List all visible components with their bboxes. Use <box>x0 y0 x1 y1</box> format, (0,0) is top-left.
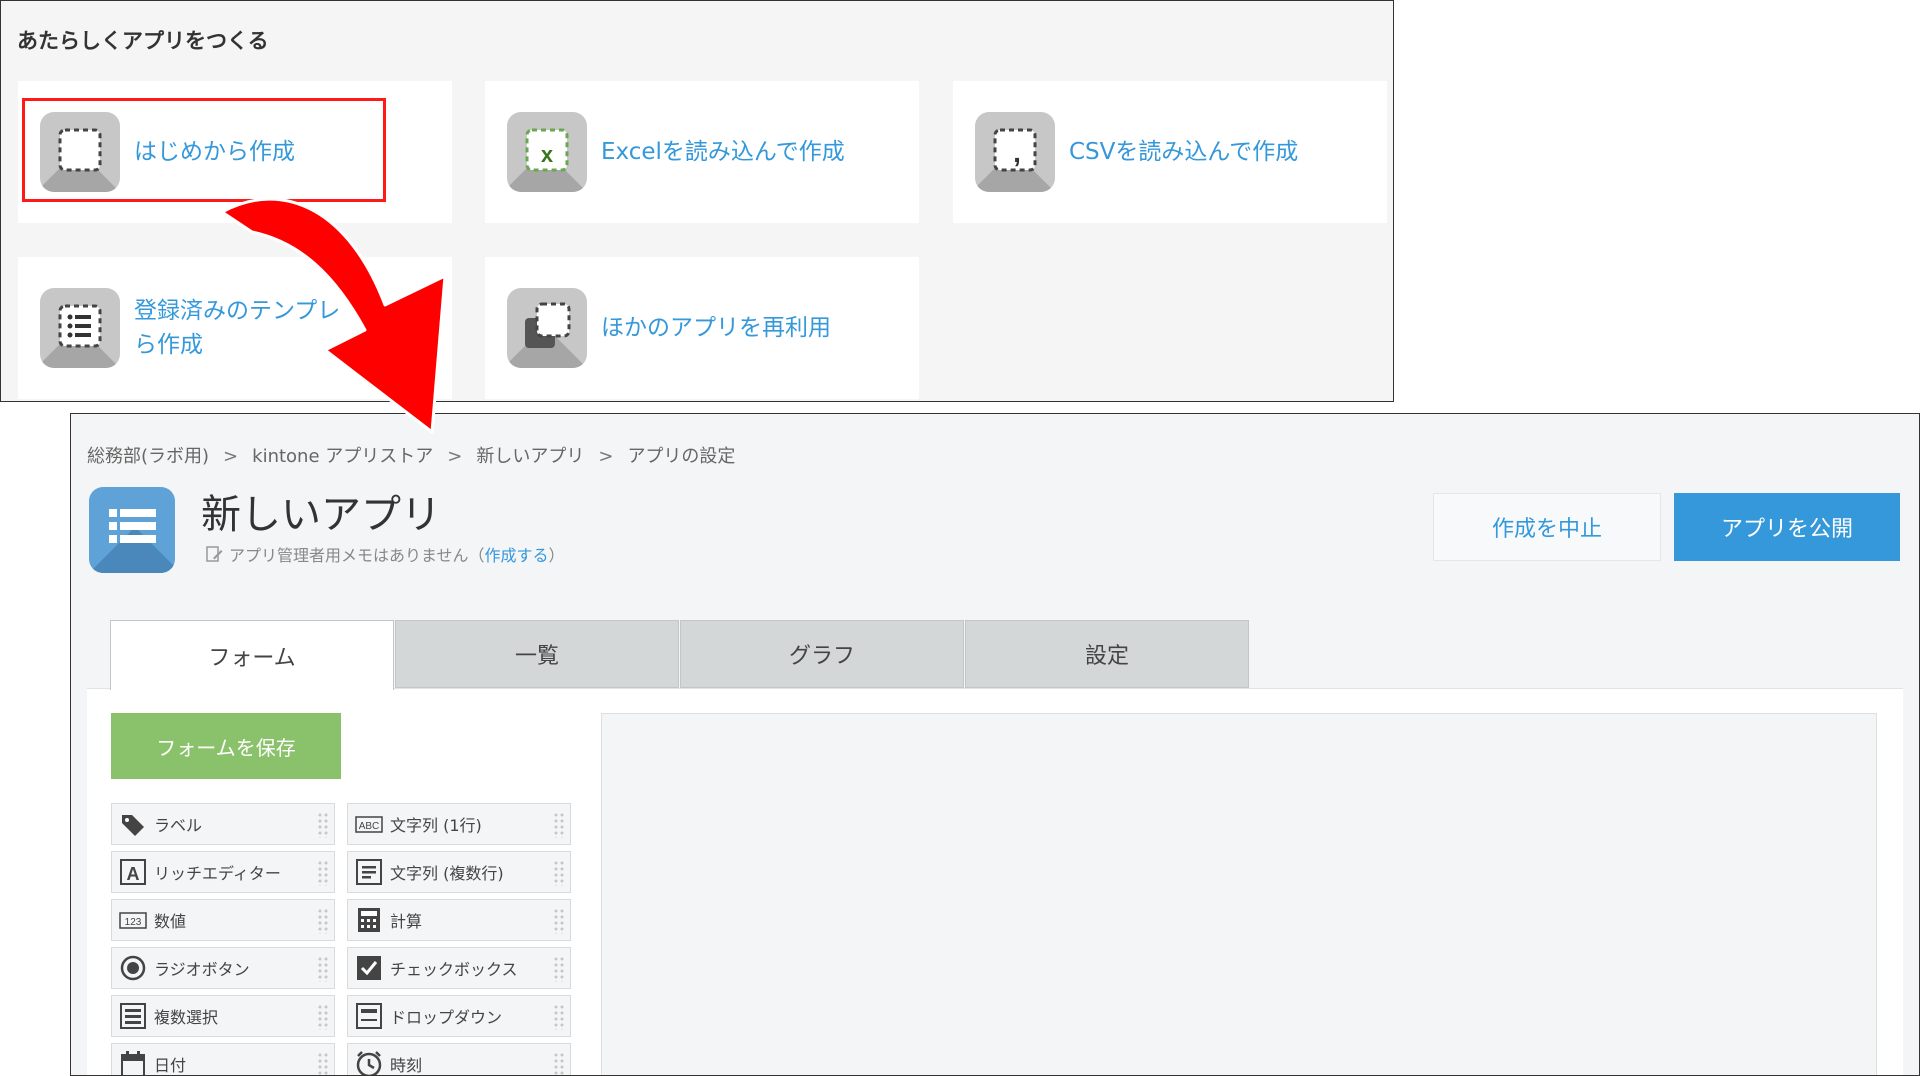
save-form-button[interactable]: フォームを保存 <box>111 713 341 779</box>
drag-handle-icon[interactable] <box>553 908 565 934</box>
app-title: 新しいアプリ <box>201 492 441 538</box>
breadcrumb: 総務部(ラボ用) > kintone アプリストア > 新しいアプリ > アプリの設定 <box>87 442 735 468</box>
field-label[interactable]: ラベル <box>111 803 335 845</box>
field-date[interactable]: 日付 <box>111 1043 335 1075</box>
memo-text: アプリ管理者用メモはありません（ <box>229 546 485 565</box>
field-dropdown[interactable]: ドロップダウン <box>347 995 571 1037</box>
tab-list[interactable]: 一覧 <box>395 620 679 688</box>
create-from-scratch-card[interactable]: はじめから作成 <box>18 81 452 223</box>
tag-icon <box>122 815 144 836</box>
drag-handle-icon[interactable] <box>553 1004 565 1030</box>
field-label-text: チェックボックス <box>390 960 518 979</box>
field-label-text: 複数選択 <box>154 1008 219 1027</box>
field-single-line-text[interactable]: ABC 文字列 (1行) <box>347 803 571 845</box>
svg-text:,: , <box>1013 137 1021 168</box>
dashed-square-icon <box>40 112 120 192</box>
dropdown-icon <box>356 1003 382 1029</box>
drag-handle-icon[interactable] <box>553 1052 565 1075</box>
template-list-icon <box>40 288 120 368</box>
field-time[interactable]: 時刻 <box>347 1043 571 1075</box>
multiline-text-icon <box>356 859 382 885</box>
cancel-create-button[interactable]: 作成を中止 <box>1433 493 1661 561</box>
field-label-text: 日付 <box>154 1056 187 1075</box>
drag-handle-icon[interactable] <box>317 908 329 934</box>
field-label-text: リッチエディター <box>154 864 281 883</box>
create-from-excel-label: Excelを読み込んで作成 <box>601 139 845 165</box>
field-label-text: 文字列 (1行) <box>390 816 482 835</box>
new-app-heading: あたらしくアプリをつくる <box>17 29 269 53</box>
app-settings-panel: 総務部(ラボ用) > kintone アプリストア > 新しいアプリ > アプリの設定 新し… <box>70 413 1920 1076</box>
radio-icon <box>120 955 146 981</box>
checkbox-icon <box>357 956 381 980</box>
app-list-icon <box>89 487 175 573</box>
excel-file-icon: x <box>507 112 587 192</box>
field-multi-select[interactable]: 複数選択 <box>111 995 335 1037</box>
number-icon: 123 <box>119 912 147 929</box>
breadcrumb-space[interactable]: 総務部(ラボ用) <box>87 446 209 467</box>
create-memo-link[interactable]: 作成する <box>485 542 549 566</box>
field-multi-line-text[interactable]: 文字列 (複数行) <box>347 851 571 893</box>
drag-handle-icon[interactable] <box>317 860 329 886</box>
field-number[interactable]: 123 数値 <box>111 899 335 941</box>
breadcrumb-new-app[interactable]: 新しいアプリ <box>476 446 584 467</box>
template-label-line1: 登録済みのテンプレ <box>134 298 341 324</box>
reuse-other-app-card[interactable]: ほかのアプリを再利用 <box>485 257 919 399</box>
svg-text:x: x <box>541 142 554 167</box>
field-checkbox[interactable]: チェックボックス <box>347 947 571 989</box>
new-app-panel: あたらしくアプリをつくる はじめから作成 x Excelを読み込んで作成 , C… <box>0 0 1394 402</box>
multi-select-icon <box>120 1003 146 1029</box>
create-from-csv-card[interactable]: , CSVを読み込んで作成 <box>953 81 1387 223</box>
field-label-text: 計算 <box>390 912 423 931</box>
rich-editor-icon: A <box>120 859 146 885</box>
field-rich-editor[interactable]: A リッチエディター <box>111 851 335 893</box>
tab-graph[interactable]: グラフ <box>680 620 964 688</box>
reuse-app-icon <box>507 288 587 368</box>
tab-settings[interactable]: 設定 <box>965 620 1249 688</box>
breadcrumb-app-store[interactable]: kintone アプリストア <box>252 446 433 467</box>
svg-text:A: A <box>127 864 140 884</box>
csv-file-icon: , <box>975 112 1055 192</box>
field-calc[interactable]: 計算 <box>347 899 571 941</box>
form-editor: フォームを保存 ラベル ABC 文字列 (1行) A リッチエディター 文字列 … <box>87 688 1903 1075</box>
drag-handle-icon[interactable] <box>553 956 565 982</box>
drag-handle-icon[interactable] <box>317 956 329 982</box>
abc-text-icon: ABC <box>355 816 383 833</box>
publish-app-button[interactable]: アプリを公開 <box>1674 493 1900 561</box>
calendar-icon <box>121 1051 145 1075</box>
breadcrumb-separator: > <box>223 446 239 467</box>
field-label-text: ドロップダウン <box>390 1008 503 1027</box>
breadcrumb-app-settings: アプリの設定 <box>627 446 736 467</box>
drag-handle-icon[interactable] <box>317 812 329 838</box>
field-label-text: 時刻 <box>390 1056 423 1075</box>
admin-memo: アプリ管理者用メモはありません（ 作成する） <box>205 542 565 566</box>
memo-close: ） <box>548 546 565 565</box>
calculator-icon <box>358 908 380 932</box>
create-from-excel-card[interactable]: x Excelを読み込んで作成 <box>485 81 919 223</box>
svg-text:123: 123 <box>125 917 142 928</box>
create-from-csv-label: CSVを読み込んで作成 <box>1069 139 1299 165</box>
create-from-scratch-label: はじめから作成 <box>134 139 295 165</box>
field-radio[interactable]: ラジオボタン <box>111 947 335 989</box>
memo-edit-icon <box>206 546 223 562</box>
drag-handle-icon[interactable] <box>553 812 565 838</box>
field-label-text: ラジオボタン <box>154 960 250 979</box>
create-from-template-label: 登録済みのテンプレ ら作成 <box>134 294 340 362</box>
tab-form[interactable]: フォーム <box>110 620 394 690</box>
reuse-other-app-label: ほかのアプリを再利用 <box>601 315 831 341</box>
drag-handle-icon[interactable] <box>553 860 565 886</box>
field-label-text: ラベル <box>154 816 203 835</box>
field-label-text: 文字列 (複数行) <box>390 864 504 883</box>
create-from-template-card[interactable]: 登録済みのテンプレ ら作成 <box>18 257 452 399</box>
form-canvas[interactable] <box>601 713 1877 1075</box>
clock-icon <box>356 1051 382 1075</box>
field-label-text: 数値 <box>154 912 187 931</box>
breadcrumb-separator: > <box>447 446 463 467</box>
drag-handle-icon[interactable] <box>317 1004 329 1030</box>
svg-text:ABC: ABC <box>359 821 380 832</box>
template-label-line2: ら作成 <box>134 332 203 358</box>
breadcrumb-separator: > <box>598 446 614 467</box>
drag-handle-icon[interactable] <box>317 1052 329 1075</box>
